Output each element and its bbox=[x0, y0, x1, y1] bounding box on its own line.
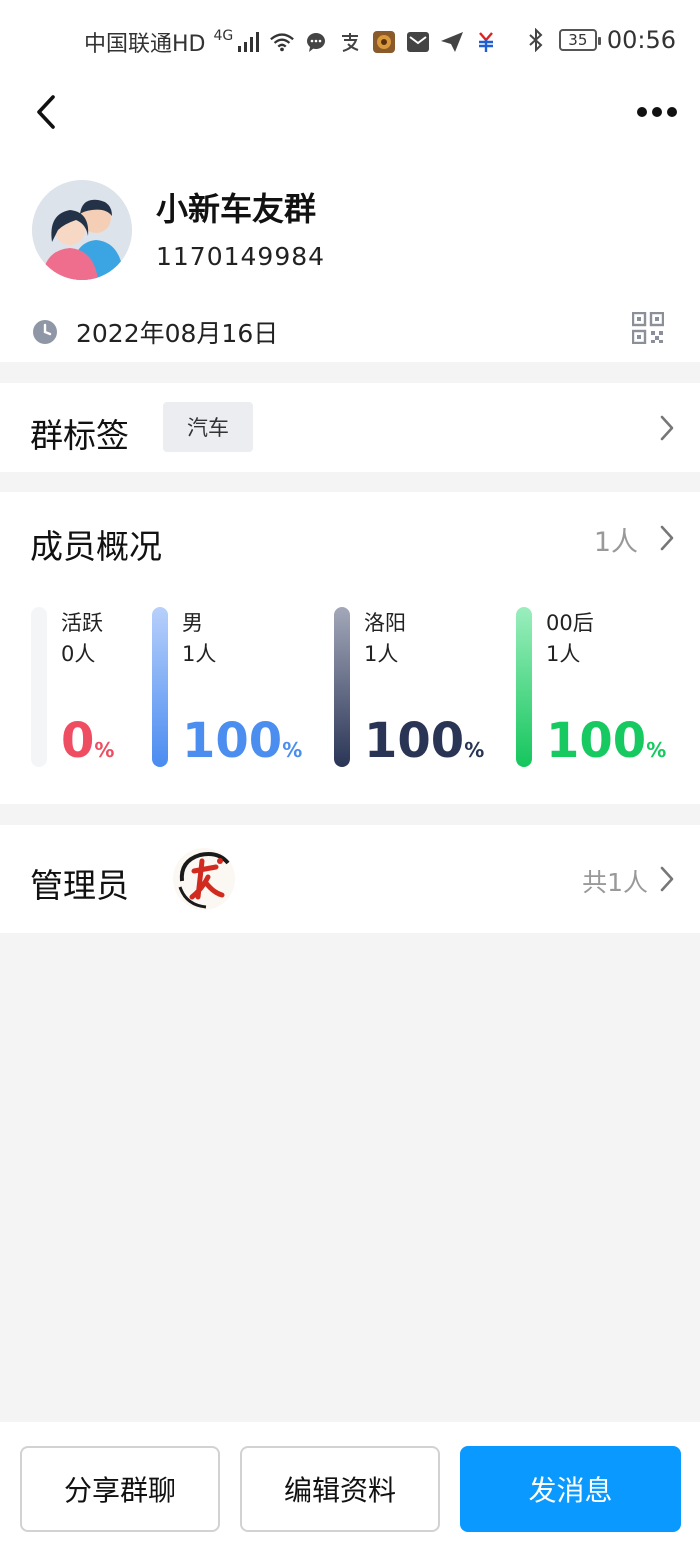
stat-percent-unit: % bbox=[94, 738, 115, 762]
stat-percent-value: 100 bbox=[364, 713, 465, 769]
stat-percent: 0% bbox=[61, 713, 114, 778]
members-overview-card[interactable]: 成员概况 1人 活跃 0人 0% 男 1人 100% 洛阳 1人 100% 00… bbox=[0, 492, 700, 804]
send-message-button[interactable]: 发消息 bbox=[460, 1446, 681, 1532]
stat-count: 0人 bbox=[61, 642, 96, 666]
signal-icon bbox=[235, 29, 261, 55]
back-button[interactable] bbox=[26, 90, 66, 134]
admins-count: 共1人 bbox=[582, 868, 648, 897]
group-name: 小新车友群 bbox=[156, 190, 317, 228]
group-profile-header: 小新车友群 1170149984 2022年08月16日 bbox=[0, 80, 700, 362]
admin-avatar[interactable] bbox=[172, 847, 236, 911]
group-tags-row[interactable]: 群标签 汽车 bbox=[0, 383, 700, 472]
group-avatar-icon bbox=[32, 180, 132, 280]
stat-percent-unit: % bbox=[646, 738, 667, 762]
battery-indicator: 35 bbox=[558, 29, 601, 51]
stat-label: 00后 bbox=[546, 611, 594, 635]
stat-percent-unit: % bbox=[464, 738, 485, 762]
carrier-label: 中国联通HD bbox=[84, 32, 206, 57]
chat-bubble-icon bbox=[303, 29, 329, 55]
group-avatar[interactable] bbox=[32, 180, 132, 280]
bluetooth-icon bbox=[523, 27, 549, 53]
members-overview-title: 成员概况 bbox=[30, 527, 162, 566]
admins-title: 管理员 bbox=[30, 866, 129, 905]
share-group-button[interactable]: 分享群聊 bbox=[20, 1446, 220, 1532]
stat-bar bbox=[516, 607, 532, 767]
stat-label: 洛阳 bbox=[364, 611, 406, 635]
chevron-right-icon bbox=[660, 415, 674, 441]
admins-row[interactable]: 管理员 共1人 bbox=[0, 825, 700, 933]
back-arrow-icon bbox=[37, 95, 55, 129]
status-left: 中国联通HD 4G bbox=[84, 26, 499, 58]
created-date: 2022年08月16日 bbox=[76, 319, 279, 348]
stat-count: 1人 bbox=[364, 642, 399, 666]
clock-time: 00:56 bbox=[606, 26, 676, 54]
stat-bar bbox=[334, 607, 350, 767]
network-type-label: 4G bbox=[213, 28, 234, 44]
status-right: 35 00:56 bbox=[523, 26, 676, 54]
group-tags-title: 群标签 bbox=[30, 416, 129, 455]
members-count: 1人 bbox=[593, 527, 638, 558]
send-icon bbox=[439, 29, 465, 55]
wifi-icon bbox=[269, 29, 295, 55]
created-date-row: 2022年08月16日 bbox=[32, 312, 278, 352]
edit-profile-button[interactable]: 编辑资料 bbox=[240, 1446, 440, 1532]
stat-percent-value: 100 bbox=[546, 713, 647, 769]
stat-percent: 100% bbox=[364, 713, 484, 778]
clock-icon bbox=[33, 320, 57, 344]
status-bar: 中国联通HD 4G 35 00:56 bbox=[0, 0, 700, 80]
stat-label: 男 bbox=[182, 611, 203, 635]
group-id: 1170149984 bbox=[156, 242, 326, 271]
game-app-icon bbox=[371, 29, 397, 55]
bottom-action-bar: 分享群聊 编辑资料 发消息 bbox=[0, 1422, 700, 1555]
stat-percent-unit: % bbox=[282, 738, 303, 762]
stat-percent-value: 0 bbox=[61, 713, 95, 769]
stat-percent: 100% bbox=[546, 713, 666, 778]
more-options-button[interactable] bbox=[632, 92, 682, 132]
stat-percent-value: 100 bbox=[182, 713, 283, 769]
admin-avatar-icon bbox=[173, 848, 235, 910]
more-dots-icon bbox=[637, 107, 677, 117]
stat-percent: 100% bbox=[182, 713, 302, 778]
yuan-app-icon bbox=[473, 29, 499, 55]
mail-icon bbox=[405, 29, 431, 55]
stat-count: 1人 bbox=[546, 642, 581, 666]
alipay-icon bbox=[337, 29, 363, 55]
chevron-right-icon bbox=[660, 866, 674, 892]
stat-count: 1人 bbox=[182, 642, 217, 666]
stat-bar bbox=[31, 607, 47, 767]
chevron-right-icon bbox=[660, 525, 674, 551]
stat-bar bbox=[152, 607, 168, 767]
stat-label: 活跃 bbox=[61, 611, 103, 635]
tag-chip: 汽车 bbox=[163, 402, 253, 452]
qr-code-icon[interactable] bbox=[631, 311, 665, 345]
